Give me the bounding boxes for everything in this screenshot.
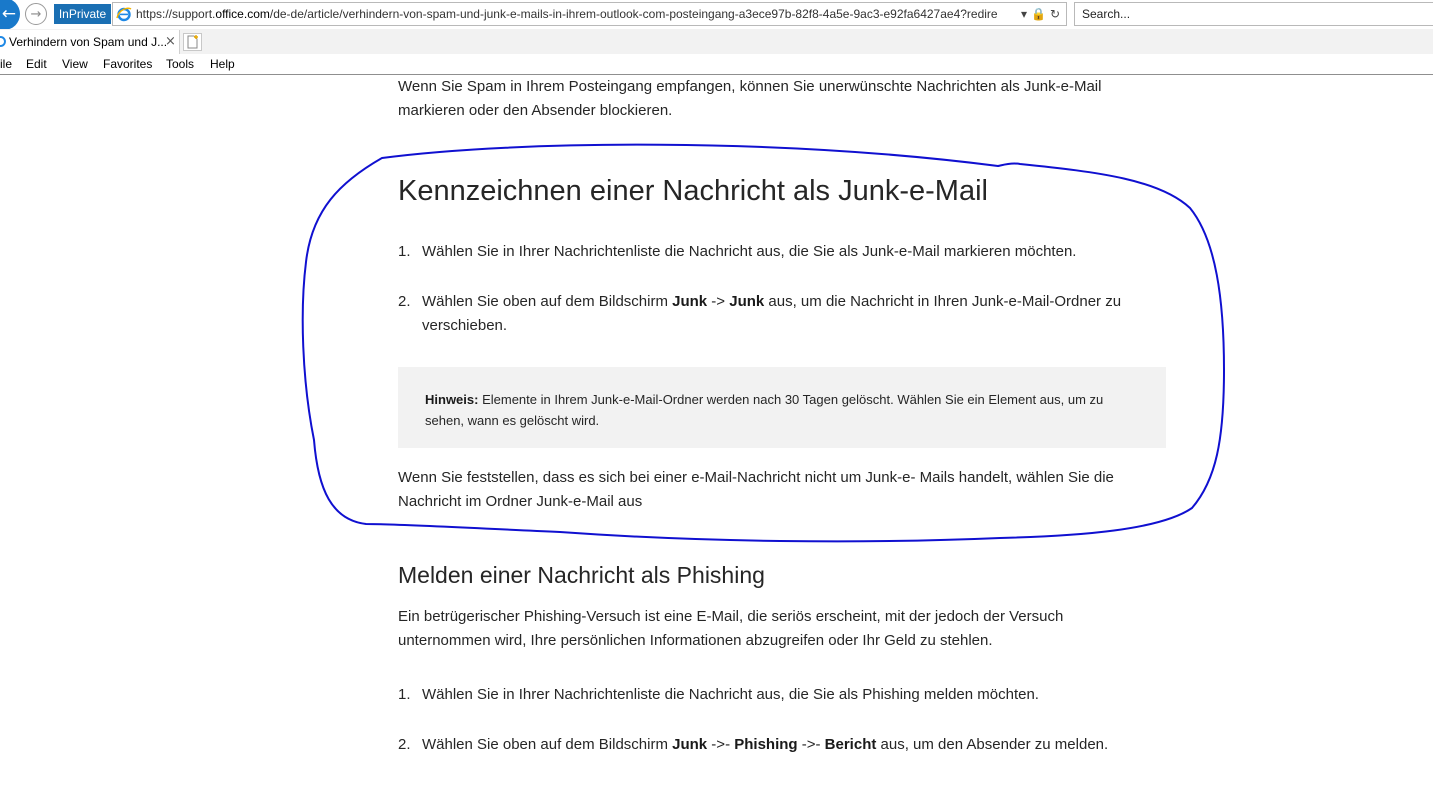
section-heading-phishing: Melden einer Nachricht als Phishing — [398, 562, 765, 588]
text-run: ->- — [707, 736, 735, 753]
text-run: Wählen Sie oben auf dem Bildschirm — [422, 736, 673, 753]
address-input[interactable]: https://support.office.com/de-de/article… — [112, 2, 1067, 26]
dropdown-arrow-icon[interactable]: ▾ — [1021, 7, 1027, 21]
forward-arrow-icon[interactable]: → — [25, 3, 47, 25]
text-run: Wählen Sie oben auf dem Bildschirm — [422, 293, 673, 310]
list-number: 1. — [398, 243, 411, 260]
list-item-text: Wählen Sie in Ihrer Nachrichtenliste die… — [422, 243, 1077, 260]
bold-junk: Junk — [672, 736, 708, 753]
url-path: /de-de/article/verhindern-von-spam-und-j… — [269, 7, 998, 21]
address-bar-row: ← → InPrivate https://support.office.com… — [0, 0, 1433, 30]
list-item-text: Wählen Sie oben auf dem Bildschirm Junk … — [422, 290, 1168, 338]
closing-paragraph: Wenn Sie feststellen, dass es sich bei e… — [398, 469, 1114, 510]
list-number: 1. — [398, 686, 411, 703]
text-run: ->- — [797, 736, 825, 753]
section-heading-junk: Kennzeichnen einer Nachricht als Junk-e-… — [398, 175, 988, 207]
address-icons: ▾ 🔒 ↻ — [1017, 3, 1060, 25]
bold-phishing: Phishing — [734, 736, 798, 753]
list-number: 2. — [398, 293, 411, 310]
bold-junk: Junk — [672, 293, 708, 310]
menu-file[interactable]: ile — [0, 54, 12, 74]
tab-active[interactable]: Verhindern von Spam und J... × — [0, 30, 180, 54]
search-input[interactable]: Search... — [1074, 2, 1433, 26]
url-text: https://support.office.com/de-de/article… — [136, 3, 1006, 25]
note-label: Hinweis: — [425, 392, 479, 407]
new-tab-button[interactable] — [183, 33, 202, 51]
new-tab-icon — [187, 35, 198, 49]
note-box: Hinweis: Elemente in Ihrem Junk-e-Mail-O… — [398, 367, 1166, 448]
list-item-text: Wählen Sie in Ihrer Nachrichtenliste die… — [422, 686, 1039, 703]
menu-view[interactable]: View — [62, 54, 88, 74]
menu-help[interactable]: Help — [210, 54, 235, 74]
search-placeholder: Search... — [1082, 7, 1131, 21]
url-prefix: https://support. — [136, 7, 216, 21]
lock-icon[interactable]: 🔒 — [1031, 7, 1046, 21]
ie-tab-icon — [0, 36, 6, 47]
list-number: 2. — [398, 736, 411, 753]
tab-title: Verhindern von Spam und J... — [9, 35, 168, 49]
bold-junk: Junk — [729, 293, 765, 310]
tab-bar: Verhindern von Spam und J... × — [0, 29, 1433, 54]
refresh-icon[interactable]: ↻ — [1050, 7, 1060, 21]
note-text: Hinweis: Elemente in Ihrem Junk-e-Mail-O… — [425, 389, 1115, 431]
intro-paragraph: Wenn Sie Spam in Ihrem Posteingang empfa… — [398, 78, 1102, 119]
note-body: Elemente in Ihrem Junk-e-Mail-Ordner wer… — [425, 392, 1104, 428]
menu-edit[interactable]: Edit — [26, 54, 47, 74]
phishing-intro-paragraph: Ein betrügerischer Phishing-Versuch ist … — [398, 608, 1064, 649]
ie-logo-icon — [116, 7, 132, 22]
url-host: office.com — [215, 7, 270, 21]
menu-favorites[interactable]: Favorites — [103, 54, 152, 74]
bold-bericht: Bericht — [824, 736, 877, 753]
list-item-text: Wählen Sie oben auf dem Bildschirm Junk … — [422, 733, 1168, 757]
close-tab-icon[interactable]: × — [165, 30, 176, 53]
inprivate-badge: InPrivate — [54, 4, 111, 24]
text-run: aus, um den Absender zu melden. — [876, 736, 1109, 753]
menu-tools[interactable]: Tools — [166, 54, 194, 74]
text-run: -> — [707, 293, 730, 310]
back-arrow-icon[interactable]: ← — [0, 0, 20, 30]
menu-bar: ile Edit View Favorites Tools Help — [0, 54, 1433, 75]
